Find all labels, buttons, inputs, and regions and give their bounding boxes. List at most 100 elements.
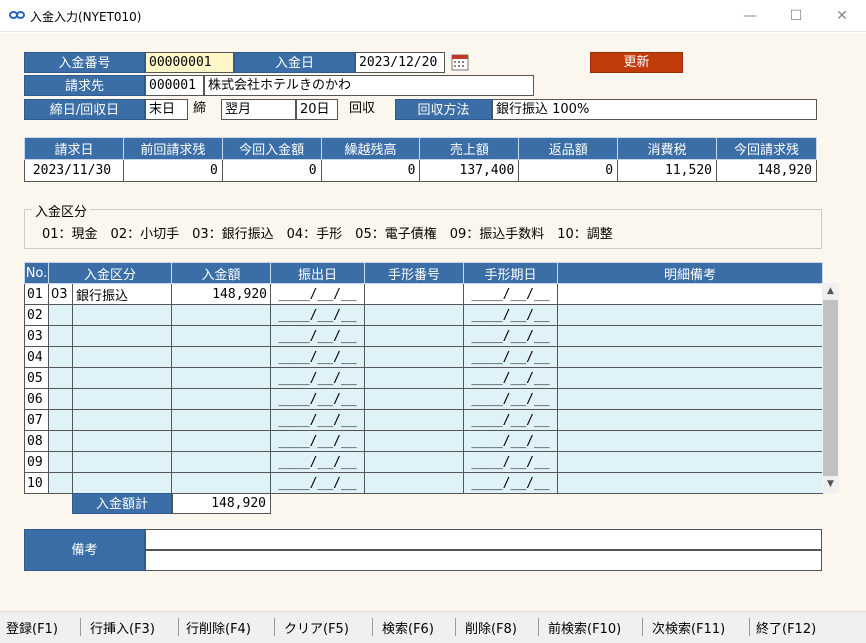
scroll-down-icon[interactable]: ▼ — [822, 476, 839, 493]
f6-search-button[interactable]: 検索(F6) — [382, 618, 434, 637]
grid-cell-furidashi-date[interactable]: ____/__/__ — [270, 325, 366, 347]
grid-cell-kubun-code[interactable]: 03 — [48, 283, 73, 305]
f3-insert-row-button[interactable]: 行挿入(F3) — [90, 618, 155, 637]
f5-clear-button[interactable]: クリア(F5) — [284, 618, 349, 637]
kaishu-month-field[interactable]: 翌月 — [221, 99, 296, 120]
nyukin-date-field[interactable]: 2023/12/20 — [355, 52, 445, 73]
grid-cell-tegata-no[interactable] — [364, 409, 465, 431]
f1-register-button[interactable]: 登録(F1) — [6, 618, 58, 637]
grid-cell-biko[interactable] — [557, 388, 824, 410]
grid-cell-biko[interactable] — [557, 430, 824, 452]
close-button[interactable]: ✕ — [822, 4, 862, 28]
summary-header: 消費税 — [617, 137, 717, 160]
grid-cell-biko[interactable] — [557, 283, 824, 305]
grid-row[interactable]: 04 ____/__/__ ____/__/__ — [24, 346, 824, 368]
grid-cell-kubun-code[interactable] — [48, 451, 73, 473]
grid-cell-kubun-code[interactable] — [48, 430, 73, 452]
grid-cell-tegata-no[interactable] — [364, 304, 465, 326]
grid-cell-tegata-no[interactable] — [364, 430, 465, 452]
f8-delete-button[interactable]: 削除(F8) — [465, 618, 517, 637]
seikyusaki-code-field[interactable]: 000001 — [145, 75, 204, 96]
grid-cell-kijitsu[interactable]: ____/__/__ — [463, 409, 559, 431]
grid-cell-furidashi-date[interactable]: ____/__/__ — [270, 388, 366, 410]
grid-cell-amount[interactable] — [171, 409, 272, 431]
grid-cell-biko[interactable] — [557, 367, 824, 389]
grid-cell-furidashi-date[interactable]: ____/__/__ — [270, 430, 366, 452]
grid-row[interactable]: 10 ____/__/__ ____/__/__ — [24, 472, 824, 494]
grid-cell-kubun-code[interactable] — [48, 304, 73, 326]
scroll-thumb[interactable] — [823, 300, 838, 476]
grid-cell-amount[interactable] — [171, 388, 272, 410]
grid-cell-amount[interactable] — [171, 346, 272, 368]
grid-row[interactable]: 06 ____/__/__ ____/__/__ — [24, 388, 824, 410]
grid-header-no: No. — [24, 262, 49, 284]
grid-cell-kijitsu[interactable]: ____/__/__ — [463, 325, 559, 347]
f10-prev-search-button[interactable]: 前検索(F10) — [548, 618, 621, 637]
nyukin-no-field[interactable]: 00000001 — [145, 52, 234, 73]
grid-cell-kijitsu[interactable]: ____/__/__ — [463, 283, 559, 305]
f12-exit-button[interactable]: 終了(F12) — [756, 618, 816, 637]
grid-cell-kubun-code[interactable] — [48, 346, 73, 368]
grid-cell-tegata-no[interactable] — [364, 388, 465, 410]
grid-cell-kubun-code[interactable] — [48, 367, 73, 389]
grid-cell-furidashi-date[interactable]: ____/__/__ — [270, 367, 366, 389]
grid-scrollbar[interactable]: ▲ ▼ — [822, 283, 839, 493]
grid-cell-tegata-no[interactable] — [364, 451, 465, 473]
grid-row[interactable]: 05 ____/__/__ ____/__/__ — [24, 367, 824, 389]
grid-cell-amount[interactable] — [171, 472, 272, 494]
grid-cell-tegata-no[interactable] — [364, 325, 465, 347]
calendar-icon[interactable] — [451, 53, 469, 71]
grid-row[interactable]: 01 03 銀行振込 148,920 ____/__/__ ____/__/__ — [24, 283, 824, 305]
grid-row[interactable]: 02 ____/__/__ ____/__/__ — [24, 304, 824, 326]
remarks-input-2[interactable] — [145, 550, 822, 571]
grid-cell-amount[interactable] — [171, 325, 272, 347]
grid-cell-tegata-no[interactable] — [364, 346, 465, 368]
grid-row[interactable]: 09 ____/__/__ ____/__/__ — [24, 451, 824, 473]
grid-cell-kijitsu[interactable]: ____/__/__ — [463, 451, 559, 473]
nyukin-no-label: 入金番号 — [24, 52, 145, 73]
grid-cell-kijitsu[interactable]: ____/__/__ — [463, 430, 559, 452]
grid-cell-kijitsu[interactable]: ____/__/__ — [463, 388, 559, 410]
grid-cell-amount[interactable] — [171, 367, 272, 389]
maximize-button[interactable]: ☐ — [776, 4, 816, 28]
grid-cell-biko[interactable] — [557, 472, 824, 494]
kaishu-day-field[interactable]: 20日 — [296, 99, 338, 120]
grid-cell-amount[interactable]: 148,920 — [171, 283, 272, 305]
grid-cell-furidashi-date[interactable]: ____/__/__ — [270, 346, 366, 368]
grid-cell-kubun-code[interactable] — [48, 409, 73, 431]
grid-cell-furidashi-date[interactable]: ____/__/__ — [270, 409, 366, 431]
shime-field[interactable]: 末日 — [145, 99, 188, 120]
scroll-up-icon[interactable]: ▲ — [822, 283, 839, 300]
grid-cell-tegata-no[interactable] — [364, 283, 465, 305]
grid-cell-tegata-no[interactable] — [364, 472, 465, 494]
remarks-input-1[interactable] — [145, 529, 822, 550]
grid-cell-biko[interactable] — [557, 346, 824, 368]
f11-next-search-button[interactable]: 次検索(F11) — [652, 618, 725, 637]
grid-cell-kijitsu[interactable]: ____/__/__ — [463, 346, 559, 368]
grid-cell-kubun-code[interactable] — [48, 388, 73, 410]
update-button[interactable]: 更新 — [590, 52, 683, 73]
grid-row[interactable]: 03 ____/__/__ ____/__/__ — [24, 325, 824, 347]
grid-cell-kijitsu[interactable]: ____/__/__ — [463, 304, 559, 326]
grid-cell-no: 07 — [24, 409, 49, 431]
grid-row[interactable]: 07 ____/__/__ ____/__/__ — [24, 409, 824, 431]
grid-cell-biko[interactable] — [557, 304, 824, 326]
grid-cell-amount[interactable] — [171, 430, 272, 452]
grid-cell-furidashi-date[interactable]: ____/__/__ — [270, 451, 366, 473]
grid-cell-kijitsu[interactable]: ____/__/__ — [463, 472, 559, 494]
grid-cell-furidashi-date[interactable]: ____/__/__ — [270, 304, 366, 326]
grid-cell-amount[interactable] — [171, 304, 272, 326]
grid-cell-biko[interactable] — [557, 451, 824, 473]
grid-cell-amount[interactable] — [171, 451, 272, 473]
grid-cell-biko[interactable] — [557, 409, 824, 431]
grid-cell-kubun-code[interactable] — [48, 325, 73, 347]
grid-cell-kijitsu[interactable]: ____/__/__ — [463, 367, 559, 389]
grid-row[interactable]: 08 ____/__/__ ____/__/__ — [24, 430, 824, 452]
grid-cell-biko[interactable] — [557, 325, 824, 347]
grid-cell-kubun-code[interactable] — [48, 472, 73, 494]
minimize-button[interactable]: — — [730, 4, 770, 28]
grid-cell-furidashi-date[interactable]: ____/__/__ — [270, 283, 366, 305]
f4-delete-row-button[interactable]: 行削除(F4) — [186, 618, 251, 637]
grid-cell-furidashi-date[interactable]: ____/__/__ — [270, 472, 366, 494]
grid-cell-tegata-no[interactable] — [364, 367, 465, 389]
